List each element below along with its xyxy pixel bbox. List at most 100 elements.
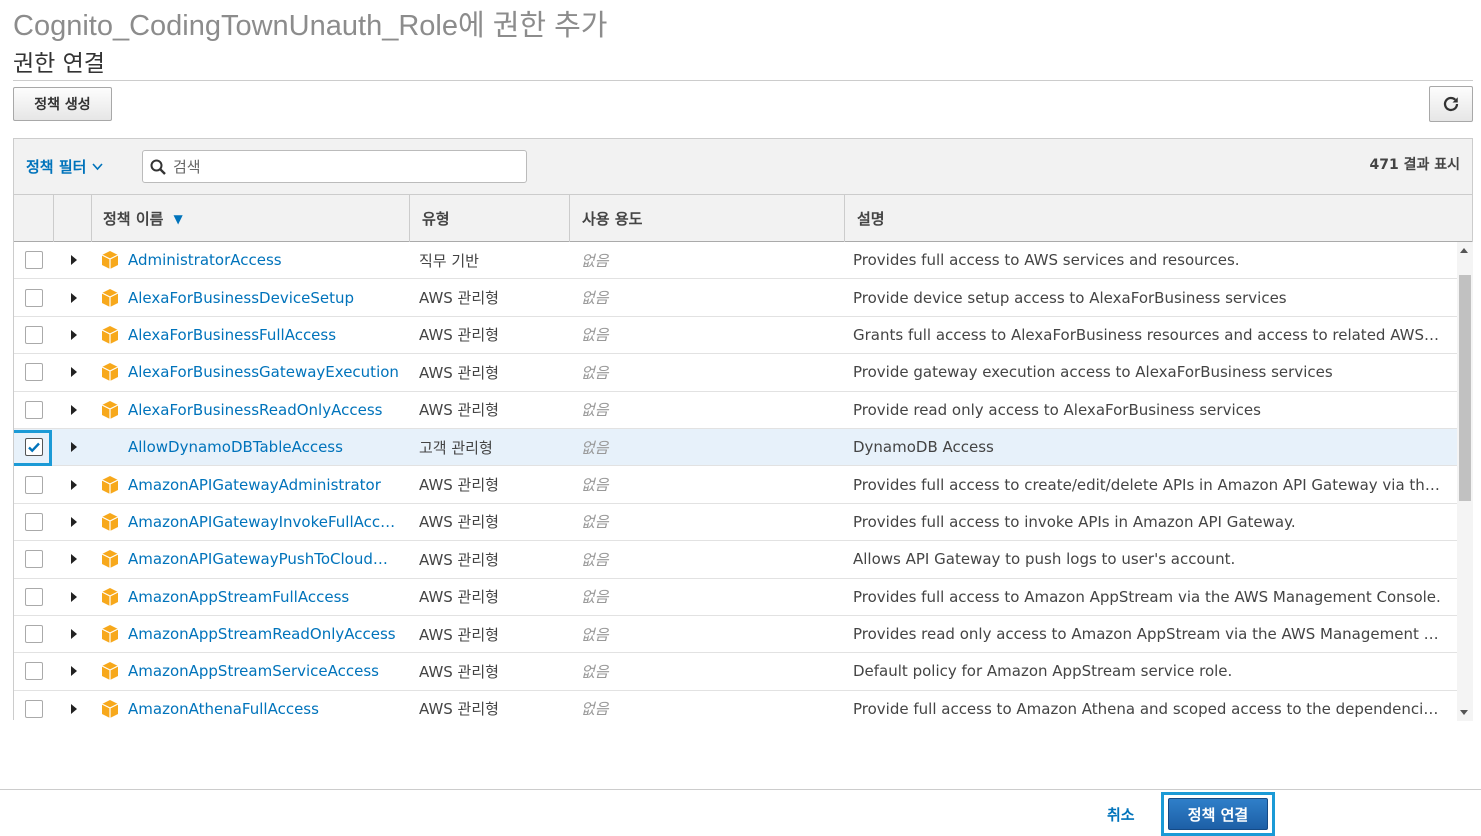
- row-type: AWS 관리형: [419, 326, 499, 345]
- table-row[interactable]: AllowDynamoDBTableAccess 고객 관리형 없음 DynamoDB…: [14, 428, 1457, 467]
- aws-managed-policy-icon: [101, 363, 119, 382]
- expand-arrow-icon[interactable]: [71, 703, 77, 714]
- aws-managed-policy-icon: [101, 625, 119, 644]
- row-policy-name-cell: AmazonAPIGatewayPushToCloudW…: [100, 541, 402, 577]
- search-input[interactable]: [173, 157, 513, 176]
- row-type: AWS 관리형: [419, 550, 499, 569]
- policy-name-link[interactable]: AmazonAppStreamFullAccess: [128, 588, 349, 606]
- vertical-scrollbar[interactable]: [1457, 242, 1473, 721]
- row-description-cell: Provide gateway execution access to Alex…: [853, 354, 1443, 390]
- scroll-up-arrow-icon[interactable]: [1460, 248, 1468, 253]
- row-checkbox[interactable]: [25, 550, 43, 569]
- policy-name-link[interactable]: AdministratorAccess: [128, 251, 282, 269]
- policy-filter-dropdown[interactable]: 정책 필터: [26, 156, 104, 177]
- row-description-cell: Provides full access to create/edit/dele…: [853, 466, 1443, 502]
- policy-name-link[interactable]: AlexaForBusinessFullAccess: [128, 326, 336, 344]
- table-row[interactable]: AmazonAPIGatewayInvokeFullAccess AWS 관리형 없…: [14, 504, 1457, 542]
- section-title: 권한 연결: [13, 51, 105, 77]
- row-expand-cell: [66, 691, 82, 721]
- table-row[interactable]: AmazonAPIGatewayAdministrator AWS 관리형 없음 Pr…: [14, 466, 1457, 504]
- header-usage-label: 사용 용도: [582, 210, 643, 228]
- table-header: 정책 이름 ▼ 유형 사용 용도 설명: [14, 195, 1472, 242]
- aws-managed-policy-icon: [101, 475, 119, 494]
- row-checkbox[interactable]: [25, 512, 43, 531]
- row-description: Allows API Gateway to push logs to user'…: [853, 550, 1236, 569]
- header-usage[interactable]: 사용 용도: [570, 195, 845, 242]
- row-checkbox[interactable]: [25, 288, 43, 307]
- expand-arrow-icon[interactable]: [71, 367, 77, 378]
- table-row[interactable]: AlexaForBusinessDeviceSetup AWS 관리형 없음 Prov…: [14, 279, 1457, 317]
- aws-managed-policy-icon: [101, 550, 119, 569]
- row-usage: 없음: [581, 588, 609, 607]
- row-usage: 없음: [581, 550, 609, 569]
- table-row[interactable]: AmazonAthenaFullAccess AWS 관리형 없음 Provide f…: [14, 691, 1457, 721]
- expand-arrow-icon[interactable]: [71, 255, 77, 266]
- row-checkbox[interactable]: [25, 699, 43, 718]
- table-row[interactable]: AmazonAPIGatewayPushToCloudW… AWS 관리형 없음 Al…: [14, 541, 1457, 579]
- policy-name-link[interactable]: AmazonAppStreamServiceAccess: [128, 662, 379, 680]
- row-checkbox[interactable]: [25, 587, 43, 606]
- row-expand-cell: [66, 616, 82, 652]
- header-description[interactable]: 설명: [845, 195, 1474, 242]
- row-select-cell: [24, 653, 44, 689]
- policy-name-link[interactable]: AlexaForBusinessGatewayExecution: [128, 363, 399, 381]
- policy-name-link[interactable]: AllowDynamoDBTableAccess: [128, 438, 343, 456]
- scroll-down-arrow-icon[interactable]: [1460, 710, 1468, 715]
- create-policy-button[interactable]: 정책 생성: [13, 87, 112, 121]
- expand-arrow-icon[interactable]: [71, 292, 77, 303]
- expand-arrow-icon[interactable]: [71, 404, 77, 415]
- table-row[interactable]: AlexaForBusinessGatewayExecution AWS 관리형 없…: [14, 354, 1457, 392]
- row-type: 고객 관리형: [419, 438, 493, 457]
- row-usage: 없음: [581, 476, 609, 495]
- row-policy-name-cell: AlexaForBusinessFullAccess: [100, 317, 402, 353]
- row-usage: 없음: [581, 662, 609, 681]
- row-checkbox[interactable]: [25, 625, 43, 644]
- expand-arrow-icon[interactable]: [71, 329, 77, 340]
- policy-name-link[interactable]: AlexaForBusinessReadOnlyAccess: [128, 401, 382, 419]
- expand-arrow-icon[interactable]: [71, 591, 77, 602]
- search-icon: [143, 159, 173, 175]
- table-row[interactable]: AdministratorAccess 직무 기반 없음 Provides full …: [14, 242, 1457, 280]
- policy-name-link[interactable]: AlexaForBusinessDeviceSetup: [128, 289, 354, 307]
- policy-name-link[interactable]: AmazonAPIGatewayInvokeFullAccess: [128, 513, 402, 531]
- row-type: AWS 관리형: [419, 700, 499, 719]
- search-box[interactable]: [142, 150, 527, 183]
- row-usage: 없음: [581, 700, 609, 719]
- row-checkbox[interactable]: [25, 438, 43, 457]
- table-row[interactable]: AlexaForBusinessReadOnlyAccess AWS 관리형 없음 P…: [14, 392, 1457, 429]
- sort-desc-icon: ▼: [173, 211, 183, 226]
- table-row[interactable]: AmazonAppStreamServiceAccess AWS 관리형 없음 Def…: [14, 653, 1457, 691]
- row-expand-cell: [66, 317, 82, 353]
- row-checkbox[interactable]: [25, 400, 43, 419]
- policy-table-panel: 정책 필터 471 결과 표시 정책 이름 ▼ 유형 사용 용: [13, 138, 1473, 721]
- divider: [13, 80, 1473, 81]
- policy-name-link[interactable]: AmazonAthenaFullAccess: [128, 700, 319, 718]
- header-policy-name[interactable]: 정책 이름 ▼: [92, 195, 410, 242]
- policy-name-link[interactable]: AmazonAppStreamReadOnlyAccess: [128, 625, 396, 643]
- expand-arrow-icon[interactable]: [71, 666, 77, 677]
- expand-arrow-icon[interactable]: [71, 516, 77, 527]
- attach-policy-button[interactable]: 정책 연결: [1168, 798, 1268, 830]
- row-checkbox[interactable]: [25, 662, 43, 681]
- policy-name-link[interactable]: AmazonAPIGatewayPushToCloudW…: [128, 550, 402, 568]
- expand-arrow-icon[interactable]: [71, 442, 77, 453]
- checkmark-icon: [28, 442, 40, 453]
- table-row[interactable]: AlexaForBusinessFullAccess AWS 관리형 없음 Grant…: [14, 317, 1457, 355]
- row-checkbox[interactable]: [25, 363, 43, 382]
- row-description-cell: Provides full access to AWS services and…: [853, 242, 1443, 278]
- expand-arrow-icon[interactable]: [71, 479, 77, 490]
- expand-arrow-icon[interactable]: [71, 629, 77, 640]
- expand-arrow-icon[interactable]: [71, 554, 77, 565]
- refresh-button[interactable]: [1429, 86, 1473, 122]
- cancel-button[interactable]: 취소: [1107, 804, 1135, 825]
- row-usage: 없음: [581, 625, 609, 644]
- row-checkbox[interactable]: [25, 325, 43, 344]
- policy-name-link[interactable]: AmazonAPIGatewayAdministrator: [128, 476, 381, 494]
- scroll-thumb[interactable]: [1459, 275, 1471, 501]
- table-row[interactable]: AmazonAppStreamReadOnlyAccess AWS 관리형 없음 Pr…: [14, 616, 1457, 654]
- table-row[interactable]: AmazonAppStreamFullAccess AWS 관리형 없음 Provid…: [14, 579, 1457, 616]
- header-description-label: 설명: [857, 210, 885, 228]
- row-checkbox[interactable]: [25, 475, 43, 494]
- header-type[interactable]: 유형: [410, 195, 570, 242]
- row-checkbox[interactable]: [25, 251, 43, 270]
